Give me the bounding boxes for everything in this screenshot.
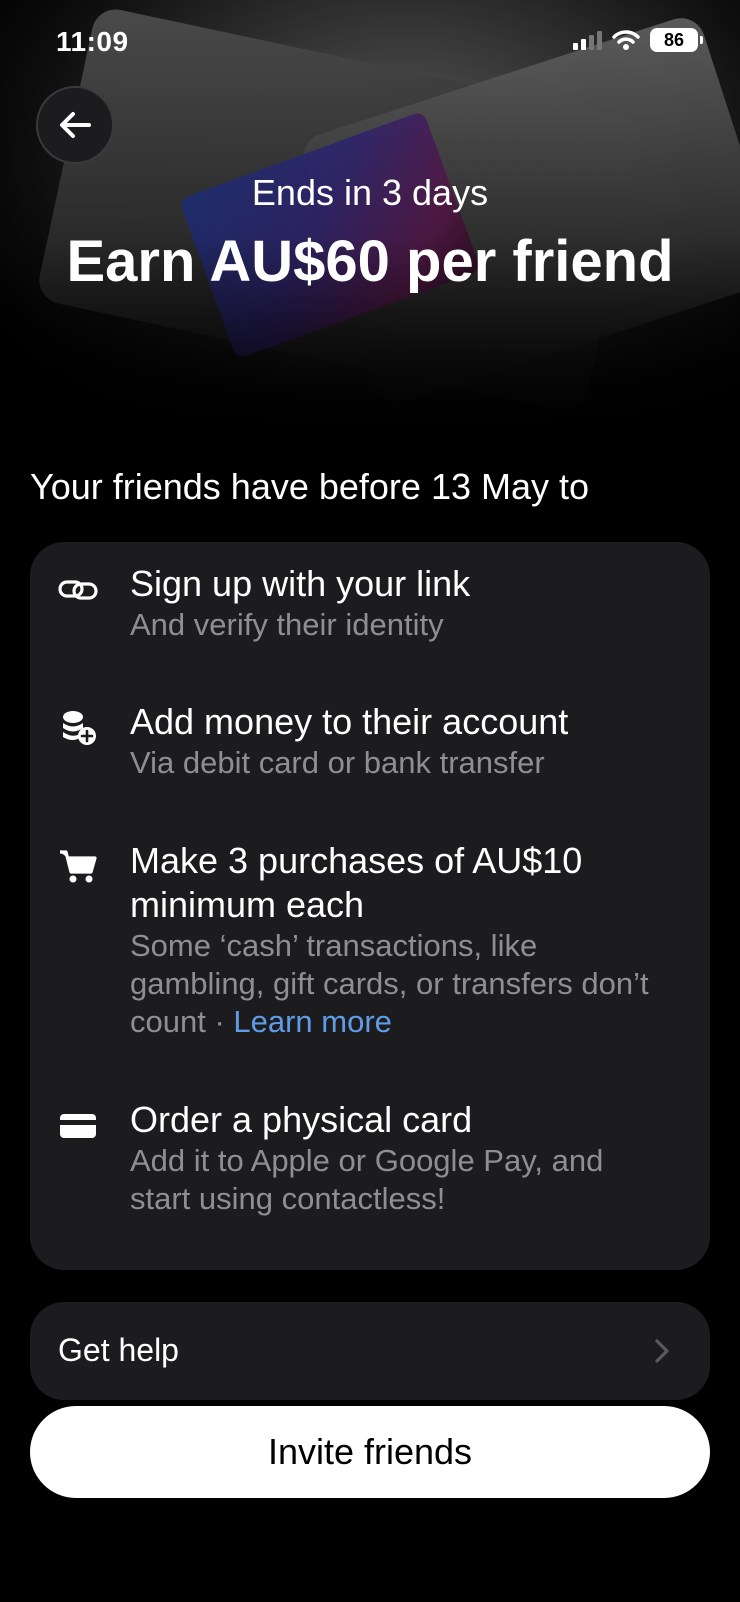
step-title: Order a physical card [130, 1099, 473, 1140]
back-button[interactable] [36, 86, 114, 164]
arrow-left-icon [60, 112, 91, 138]
hero-banner [0, 0, 740, 430]
step-title: Make 3 purchases of AU$10 minimum each [130, 840, 583, 925]
signal-icon [573, 30, 602, 50]
battery-icon: 86 [650, 28, 703, 52]
intro-text: Your friends have before 13 May to [30, 466, 590, 507]
coins-add-icon [58, 708, 98, 748]
step-desc: Some ‘cash’ transactions, like gambling,… [130, 928, 649, 1039]
link-icon [58, 570, 98, 610]
card-icon [58, 1106, 98, 1146]
steps-card: Sign up with your link And verify their … [30, 542, 710, 1270]
get-help-label: Get help [58, 1332, 179, 1368]
learn-more-link[interactable]: Learn more [233, 1004, 392, 1039]
cart-icon [58, 847, 98, 887]
step-desc: Add it to Apple or Google Pay, and start… [130, 1143, 604, 1216]
status-icons: 86 [573, 28, 703, 52]
status-time: 11:09 [56, 26, 129, 57]
step-title: Add money to their account [130, 701, 569, 742]
step-desc: And verify their identity [130, 607, 444, 642]
invite-friends-button[interactable]: Invite friends [30, 1406, 710, 1498]
chevron-right-icon [655, 1339, 669, 1363]
step-title: Sign up with your link [130, 563, 471, 604]
page-title: Earn AU$60 per friend [66, 229, 674, 294]
step-desc: Via debit card or bank transfer [130, 745, 545, 780]
offer-ends-text: Ends in 3 days [251, 172, 489, 213]
get-help-row[interactable]: Get help [30, 1302, 710, 1400]
wifi-icon [612, 30, 640, 50]
